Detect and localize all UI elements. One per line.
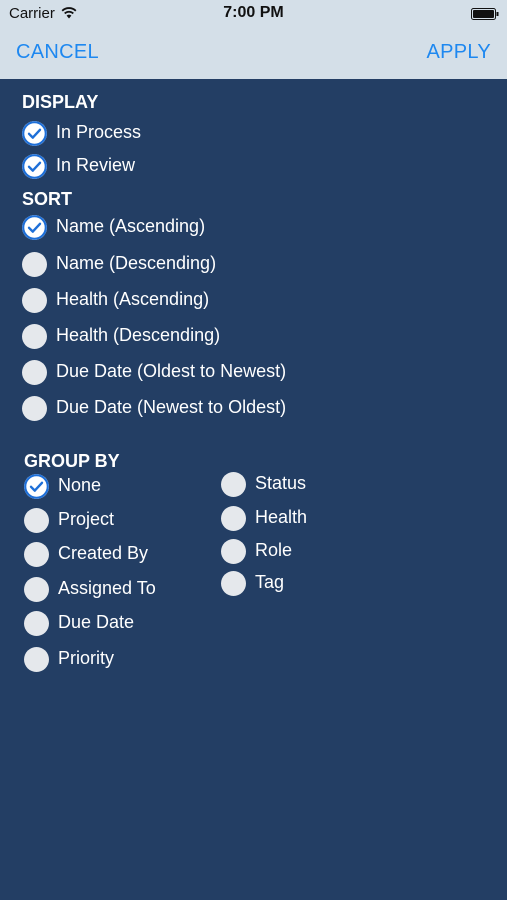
status-bar: Carrier 7:00 PM [0, 0, 507, 28]
display-section-title: DISPLAY [22, 92, 99, 112]
group-by-option-label: None [58, 475, 102, 495]
radio-empty-icon[interactable] [221, 539, 246, 564]
sort-option-health-ascending[interactable]: Health (Ascending) [22, 288, 322, 316]
group-by-option-label: Priority [58, 648, 115, 668]
group-by-option-status[interactable]: Status [221, 472, 507, 500]
radio-empty-icon[interactable] [22, 252, 47, 277]
group-by-option-label: Due Date [58, 612, 135, 632]
radio-empty-icon[interactable] [22, 288, 47, 313]
radio-empty-icon[interactable] [24, 508, 49, 533]
radio-empty-icon[interactable] [24, 647, 49, 672]
sort-option-label: Name (Ascending) [56, 216, 206, 236]
sort-section-title: SORT [22, 189, 73, 209]
radio-empty-icon[interactable] [24, 542, 49, 567]
checkmark-circle-icon[interactable] [22, 121, 47, 146]
group-by-option-tag[interactable]: Tag [221, 571, 507, 599]
sort-option-due-date-oldest-to-newest[interactable]: Due Date (Oldest to Newest) [22, 360, 322, 388]
checkmark-circle-icon[interactable] [22, 215, 47, 240]
group-by-option-label: Project [58, 509, 115, 529]
radio-empty-icon[interactable] [22, 324, 47, 349]
group-by-option-label: Health [255, 507, 308, 527]
sort-option-label: Due Date (Oldest to Newest) [56, 361, 287, 381]
sort-option-label: Health (Ascending) [56, 289, 210, 309]
radio-empty-icon[interactable] [22, 396, 47, 421]
group-by-option-due-date[interactable]: Due Date [24, 611, 324, 639]
cancel-button[interactable]: CANCEL [16, 41, 99, 64]
display-option-in-review[interactable]: In Review [22, 154, 322, 182]
checkmark-circle-icon[interactable] [24, 474, 49, 499]
sort-option-label: Name (Descending) [56, 253, 217, 273]
display-option-label: In Review [56, 155, 136, 175]
radio-empty-icon[interactable] [221, 506, 246, 531]
display-option-in-process[interactable]: In Process [22, 121, 322, 149]
radio-empty-icon[interactable] [22, 360, 47, 385]
radio-empty-icon[interactable] [24, 577, 49, 602]
group-by-option-label: Status [255, 473, 307, 493]
display-option-label: In Process [56, 122, 142, 142]
apply-button[interactable]: APPLY [427, 41, 492, 64]
group-by-option-health[interactable]: Health [221, 506, 507, 534]
radio-empty-icon[interactable] [24, 611, 49, 636]
sort-option-name-ascending[interactable]: Name (Ascending) [22, 215, 322, 243]
sort-option-label: Due Date (Newest to Oldest) [56, 397, 287, 417]
clock: 7:00 PM [223, 4, 284, 21]
group-by-option-role[interactable]: Role [221, 539, 507, 567]
sort-option-due-date-newest-to-oldest[interactable]: Due Date (Newest to Oldest) [22, 396, 322, 424]
group-by-option-label: Created By [58, 543, 149, 563]
group-by-section-title: GROUP BY [24, 451, 120, 471]
radio-empty-icon[interactable] [221, 571, 246, 596]
group-by-option-priority[interactable]: Priority [24, 647, 324, 675]
sort-option-label: Health (Descending) [56, 325, 221, 345]
radio-empty-icon[interactable] [221, 472, 246, 497]
battery-icon [471, 8, 499, 20]
sort-option-health-descending[interactable]: Health (Descending) [22, 324, 322, 352]
sort-option-name-descending[interactable]: Name (Descending) [22, 252, 322, 280]
group-by-option-label: Assigned To [58, 578, 156, 598]
group-by-option-label: Role [255, 540, 293, 560]
group-by-option-label: Tag [255, 572, 285, 592]
checkmark-circle-icon[interactable] [22, 154, 47, 179]
nav-bar: Carrier 7:00 PM CANCEL APPLY [0, 0, 507, 79]
